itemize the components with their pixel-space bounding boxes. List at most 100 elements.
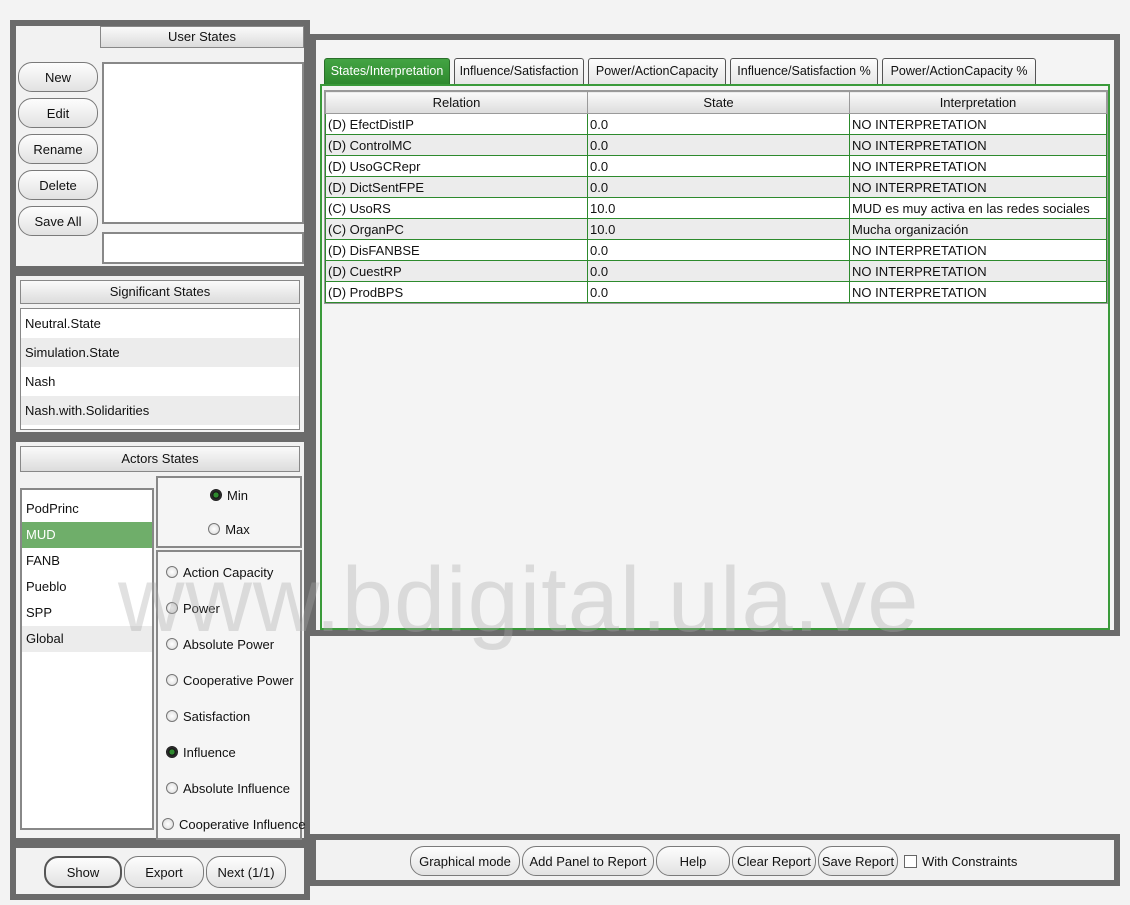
interpretation-cell: MUD es muy activa en las redes sociales bbox=[849, 197, 1107, 219]
metric-cooperative-power-radio[interactable]: Cooperative Power bbox=[158, 662, 300, 698]
radio-icon bbox=[166, 638, 178, 650]
list-item[interactable]: PodPrinc bbox=[22, 496, 152, 522]
show-button[interactable]: Show bbox=[44, 856, 122, 888]
table-row[interactable]: (C) OrganPC 10.0 Mucha organización bbox=[325, 218, 1107, 240]
save-all-button[interactable]: Save All bbox=[18, 206, 98, 236]
metric-label: Action Capacity bbox=[183, 564, 274, 580]
table-container: Relation State Interpretation (D) EfectD… bbox=[324, 90, 1108, 304]
list-item[interactable]: Nash.with.Solidarities bbox=[21, 396, 299, 425]
list-item[interactable]: Nash bbox=[21, 367, 299, 396]
state-cell: 0.0 bbox=[587, 134, 850, 156]
table-row[interactable]: (D) ControlMC 0.0 NO INTERPRETATION bbox=[325, 134, 1107, 156]
main-panel: States/Interpretation Influence/Satisfac… bbox=[310, 34, 1120, 636]
rename-button[interactable]: Rename bbox=[18, 134, 98, 164]
delete-button[interactable]: Delete bbox=[18, 170, 98, 200]
interpretation-cell: NO INTERPRETATION bbox=[849, 260, 1107, 282]
user-states-title: User States bbox=[100, 26, 304, 48]
metric-label: Cooperative Power bbox=[183, 672, 294, 688]
list-item[interactable]: Neutral.State bbox=[21, 309, 299, 338]
table-row[interactable]: (C) UsoRS 10.0 MUD es muy activa en las re… bbox=[325, 197, 1107, 219]
edit-button[interactable]: Edit bbox=[18, 98, 98, 128]
list-item[interactable]: Pueblo bbox=[22, 574, 152, 600]
significant-states-list: Neutral.State Simulation.State Nash Nash… bbox=[20, 308, 300, 430]
table-row[interactable]: (D) CuestRP 0.0 NO INTERPRETATION bbox=[325, 260, 1107, 282]
user-states-list[interactable] bbox=[102, 62, 304, 224]
table-row[interactable]: (D) UsoGCRepr 0.0 NO INTERPRETATION bbox=[325, 155, 1107, 177]
table-row[interactable]: (D) DisFANBSE 0.0 NO INTERPRETATION bbox=[325, 239, 1107, 261]
metric-influence-radio[interactable]: Influence bbox=[158, 734, 300, 770]
metric-label: Cooperative Influence bbox=[179, 816, 306, 832]
column-header-relation[interactable]: Relation bbox=[325, 91, 588, 114]
next-button[interactable]: Next (1/1) bbox=[206, 856, 286, 888]
help-button[interactable]: Help bbox=[656, 846, 730, 876]
relation-cell: (D) EfectDistIP bbox=[325, 113, 588, 135]
column-header-interpretation[interactable]: Interpretation bbox=[849, 91, 1107, 114]
interpretation-cell: NO INTERPRETATION bbox=[849, 113, 1107, 135]
interpretation-cell: NO INTERPRETATION bbox=[849, 281, 1107, 303]
add-panel-to-report-button[interactable]: Add Panel to Report bbox=[522, 846, 654, 876]
relation-cell: (D) UsoGCRepr bbox=[325, 155, 588, 177]
radio-icon bbox=[166, 782, 178, 794]
graphical-mode-button[interactable]: Graphical mode bbox=[410, 846, 520, 876]
tab-influence-satisfaction[interactable]: Influence/Satisfaction bbox=[454, 58, 584, 84]
state-cell: 0.0 bbox=[587, 113, 850, 135]
table-row[interactable]: (D) EfectDistIP 0.0 NO INTERPRETATION bbox=[325, 113, 1107, 135]
user-state-name-input[interactable] bbox=[102, 232, 304, 264]
metric-cooperative-influence-radio[interactable]: Cooperative Influence bbox=[158, 806, 305, 842]
metric-group: Action Capacity Power Absolute Power Coo… bbox=[156, 550, 305, 842]
metric-action-capacity-radio[interactable]: Action Capacity bbox=[158, 554, 300, 590]
column-header-state[interactable]: State bbox=[587, 91, 850, 114]
radio-icon bbox=[166, 566, 178, 578]
tab-influence-satisfaction-pct[interactable]: Influence/Satisfaction % bbox=[730, 58, 878, 84]
table-row[interactable]: (D) DictSentFPE 0.0 NO INTERPRETATION bbox=[325, 176, 1107, 198]
list-item[interactable]: Global bbox=[22, 626, 152, 652]
min-radio[interactable]: Min bbox=[158, 478, 300, 512]
radio-selected-icon bbox=[210, 489, 223, 501]
metric-label: Absolute Power bbox=[183, 636, 275, 652]
radio-unselected-icon bbox=[208, 523, 221, 535]
user-states-panel: User States New Edit Rename Delete Save … bbox=[10, 20, 310, 272]
radio-icon bbox=[162, 818, 174, 830]
significant-states-panel: Significant States Neutral.State Simulat… bbox=[10, 270, 310, 438]
tab-power-actioncapacity[interactable]: Power/ActionCapacity bbox=[588, 58, 726, 84]
export-button[interactable]: Export bbox=[124, 856, 204, 888]
tab-states-interpretation[interactable]: States/Interpretation bbox=[324, 58, 450, 84]
max-label: Max bbox=[225, 521, 250, 537]
list-item[interactable]: MUD bbox=[22, 522, 152, 548]
state-cell: 10.0 bbox=[587, 218, 850, 240]
interpretation-cell: NO INTERPRETATION bbox=[849, 134, 1107, 156]
relation-cell: (D) ControlMC bbox=[325, 134, 588, 156]
tab-power-actioncapacity-pct[interactable]: Power/ActionCapacity % bbox=[882, 58, 1036, 84]
min-label: Min bbox=[227, 487, 248, 503]
state-cell: 0.0 bbox=[587, 281, 850, 303]
relation-cell: (D) CuestRP bbox=[325, 260, 588, 282]
interpretation-cell: NO INTERPRETATION bbox=[849, 176, 1107, 198]
list-item[interactable]: Simulation.State bbox=[21, 338, 299, 367]
with-constraints-label: With Constraints bbox=[922, 853, 1018, 869]
clear-report-button[interactable]: Clear Report bbox=[732, 846, 816, 876]
significant-states-title: Significant States bbox=[20, 280, 300, 304]
state-cell: 0.0 bbox=[587, 239, 850, 261]
metric-absolute-power-radio[interactable]: Absolute Power bbox=[158, 626, 300, 662]
actors-states-title: Actors States bbox=[20, 446, 300, 472]
list-item[interactable]: SPP bbox=[22, 600, 152, 626]
relation-cell: (D) DictSentFPE bbox=[325, 176, 588, 198]
actors-states-panel: Actors States PodPrinc MUD FANB Pueblo S… bbox=[10, 436, 310, 844]
metric-label: Power bbox=[183, 600, 220, 616]
interpretation-cell: Mucha organización bbox=[849, 218, 1107, 240]
radio-icon bbox=[166, 602, 178, 614]
new-button[interactable]: New bbox=[18, 62, 98, 92]
metric-absolute-influence-radio[interactable]: Absolute Influence bbox=[158, 770, 300, 806]
max-radio[interactable]: Max bbox=[158, 512, 300, 546]
with-constraints-checkbox[interactable]: With Constraints bbox=[904, 846, 1017, 876]
states-table: Relation State Interpretation (D) EfectD… bbox=[325, 91, 1107, 303]
metric-power-radio[interactable]: Power bbox=[158, 590, 300, 626]
state-cell: 0.0 bbox=[587, 260, 850, 282]
radio-icon bbox=[166, 674, 178, 686]
tab-content: Relation State Interpretation (D) EfectD… bbox=[320, 84, 1110, 630]
relation-cell: (D) ProdBPS bbox=[325, 281, 588, 303]
save-report-button[interactable]: Save Report bbox=[818, 846, 898, 876]
list-item[interactable]: FANB bbox=[22, 548, 152, 574]
table-row[interactable]: (D) ProdBPS 0.0 NO INTERPRETATION bbox=[325, 281, 1107, 303]
metric-satisfaction-radio[interactable]: Satisfaction bbox=[158, 698, 300, 734]
